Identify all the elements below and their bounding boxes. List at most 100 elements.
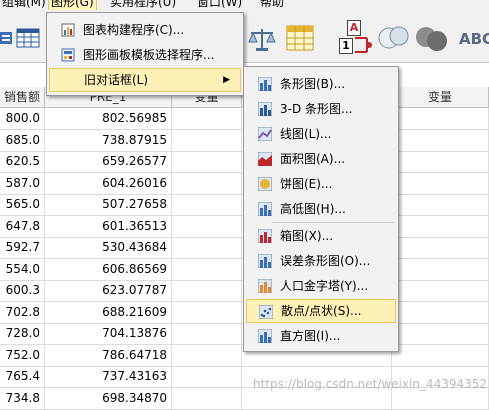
select-cases-icon[interactable] [285, 24, 315, 52]
cell-pre1[interactable]: 606.86569 [45, 258, 172, 280]
cell-empty[interactable] [392, 258, 489, 280]
cell-sales[interactable]: 752.0 [0, 344, 45, 366]
menu-item-chart-builder[interactable]: 图表构建程序(C)... [49, 18, 241, 42]
cell-empty[interactable] [392, 301, 489, 323]
menu-item-label: 条形图(B)... [280, 77, 346, 91]
use-variable-sets-icon[interactable] [377, 24, 411, 52]
cell-empty[interactable] [392, 194, 489, 215]
menu-item-label: 人口金字塔(Y)... [280, 279, 369, 293]
menu-item-label: 饼图(E)... [280, 177, 333, 191]
cell-pre1[interactable]: 738.87915 [45, 129, 172, 151]
cell-empty[interactable] [392, 280, 489, 301]
histogram-icon [258, 329, 272, 343]
cell-empty[interactable] [392, 172, 489, 194]
cell-sales[interactable]: 620.5 [0, 151, 45, 172]
cell-sales[interactable]: 587.0 [0, 172, 45, 194]
cell-pre1[interactable]: 623.07787 [45, 280, 172, 301]
menu-item-error-bar[interactable]: 误差条形图(O)... [246, 249, 396, 273]
menu-graphs[interactable]: 图形(G) [48, 0, 97, 10]
menu-item-label: 直方图(I)... [280, 329, 341, 343]
error-bar-icon [258, 254, 272, 268]
show-all-variables-icon[interactable] [414, 24, 450, 54]
cell-empty[interactable] [172, 172, 242, 194]
weight-cases-icon[interactable] [247, 26, 277, 52]
cell-sales[interactable]: 765.4 [0, 366, 45, 387]
menu-item-line-chart[interactable]: 线图(L)... [246, 122, 396, 146]
column-header-sales[interactable]: 销售额 [0, 87, 45, 107]
cell-empty[interactable] [172, 344, 242, 366]
cell-sales[interactable]: 592.7 [0, 237, 45, 258]
value-labels-icon[interactable]: A 1 [337, 20, 373, 58]
cell-empty[interactable] [392, 108, 489, 129]
menu-item-label: 误差条形图(O)... [280, 254, 371, 268]
cell-empty[interactable] [172, 387, 242, 409]
cell-empty[interactable] [392, 344, 489, 366]
cell-pre1[interactable]: 688.21609 [45, 301, 172, 323]
cell-empty[interactable] [172, 366, 242, 387]
spell-check-icon[interactable]: ABC [459, 30, 489, 48]
menu-utilities[interactable]: 实用程序(U) [108, 0, 178, 10]
cell-sales[interactable]: 728.0 [0, 323, 45, 344]
submenu-arrow-icon: ▶ [223, 75, 230, 85]
number-one-label: 1 [339, 38, 353, 54]
area-chart-icon [258, 152, 272, 166]
cell-empty[interactable] [172, 280, 242, 301]
menu-window[interactable]: 窗口(W) [195, 0, 244, 10]
cell-sales[interactable]: 647.8 [0, 215, 45, 237]
cell-pre1[interactable]: 530.43684 [45, 237, 172, 258]
menubar: 组辑(M) 图形(G) 实用程序(U) 窗口(W) 帮助 [0, 0, 489, 10]
cell-pre1[interactable]: 659.26577 [45, 151, 172, 172]
cell-sales[interactable]: 600.3 [0, 280, 45, 301]
menu-item-histogram[interactable]: 直方图(I)... [246, 324, 396, 348]
menu-separator [272, 222, 394, 223]
cell-empty[interactable] [392, 151, 489, 172]
cell-pre1[interactable]: 698.34870 [45, 387, 172, 409]
menu-item-high-low-chart[interactable]: 高低图(H)... [246, 197, 396, 221]
cell-sales[interactable]: 734.8 [0, 387, 45, 409]
menu-item-label: 箱图(X)... [280, 229, 334, 243]
cell-empty[interactable] [172, 237, 242, 258]
watermark: https://blog.csdn.net/weixin_44394352 [253, 377, 488, 391]
cell-sales[interactable]: 554.0 [0, 258, 45, 280]
cell-empty[interactable] [392, 215, 489, 237]
menu-edit[interactable]: 组辑(M) [0, 0, 48, 10]
menu-item-area-chart[interactable]: 面积图(A)... [246, 147, 396, 171]
menu-item-scatter[interactable]: 散点/点状(S)... [246, 299, 396, 323]
cell-sales[interactable]: 685.0 [0, 129, 45, 151]
menu-item-template-chooser[interactable]: 图形画板模板选择程序... [49, 43, 241, 67]
menu-item-3d-bar-chart[interactable]: 3-D 条形图... [246, 97, 396, 121]
menu-help[interactable]: 帮助 [258, 0, 286, 10]
variable-view-icon[interactable] [0, 30, 12, 46]
cell-pre1[interactable]: 704.13876 [45, 323, 172, 344]
menu-item-boxplot[interactable]: 箱图(X)... [246, 224, 396, 248]
cell-empty[interactable] [172, 108, 242, 129]
cell-pre1[interactable]: 802.56985 [45, 108, 172, 129]
cell-empty[interactable] [172, 301, 242, 323]
cell-sales[interactable]: 800.0 [0, 108, 45, 129]
cell-empty[interactable] [172, 129, 242, 151]
cell-pre1[interactable]: 604.26016 [45, 172, 172, 194]
data-table-icon[interactable] [16, 27, 40, 49]
legacy-dialogs-submenu: 条形图(B)... 3-D 条形图... 线图(L)... 面积图(A)... 饼图(E… [243, 66, 399, 352]
cell-empty[interactable] [172, 215, 242, 237]
menu-item-bar-chart[interactable]: 条形图(B)... [246, 72, 396, 96]
cell-sales[interactable]: 702.8 [0, 301, 45, 323]
cell-empty[interactable] [392, 323, 489, 344]
chart-builder-icon [61, 23, 75, 37]
cell-empty[interactable] [172, 194, 242, 215]
cell-pre1[interactable]: 737.43163 [45, 366, 172, 387]
cell-sales[interactable]: 565.0 [0, 194, 45, 215]
cell-empty[interactable] [392, 237, 489, 258]
menu-item-pyramid[interactable]: 人口金字塔(Y)... [246, 274, 396, 298]
bar-chart-icon [258, 77, 272, 91]
cell-empty[interactable] [172, 258, 242, 280]
menu-item-pie-chart[interactable]: 饼图(E)... [246, 172, 396, 196]
cell-pre1[interactable]: 786.64718 [45, 344, 172, 366]
cell-empty[interactable] [172, 151, 242, 172]
cell-empty[interactable] [172, 323, 242, 344]
cell-pre1[interactable]: 507.27658 [45, 194, 172, 215]
cell-pre1[interactable]: 601.36513 [45, 215, 172, 237]
column-header-var2[interactable]: 变量 [392, 87, 489, 107]
menu-item-legacy-dialogs[interactable]: 旧对话框(L) ▶ [49, 68, 241, 92]
cell-empty[interactable] [392, 129, 489, 151]
